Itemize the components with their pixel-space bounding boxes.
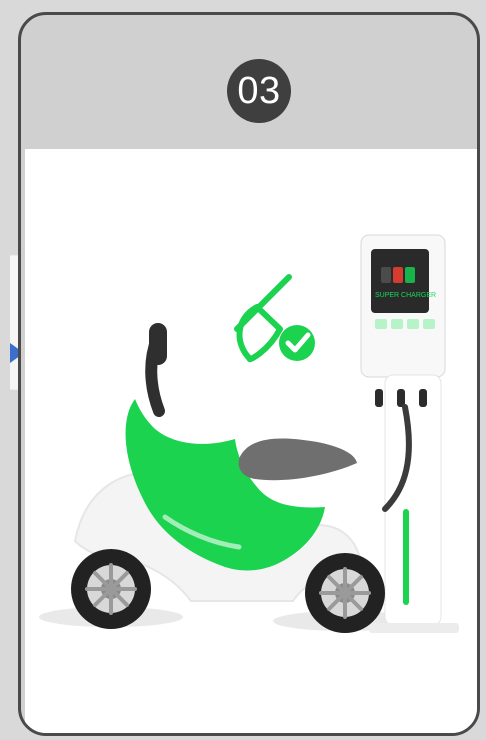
step-card: 03 SUPER CHARGER [18, 12, 480, 736]
front-wheel [71, 549, 151, 629]
charger-screen-title: SUPER CHARGER [375, 292, 436, 299]
scooter [71, 323, 385, 633]
scooter-charging-illustration: SUPER CHARGER [39, 234, 459, 633]
rear-wheel [305, 553, 385, 633]
illustration-panel: SUPER CHARGER [25, 149, 477, 733]
plug-check-icon [234, 274, 315, 363]
step-number-badge: 03 [227, 59, 291, 123]
